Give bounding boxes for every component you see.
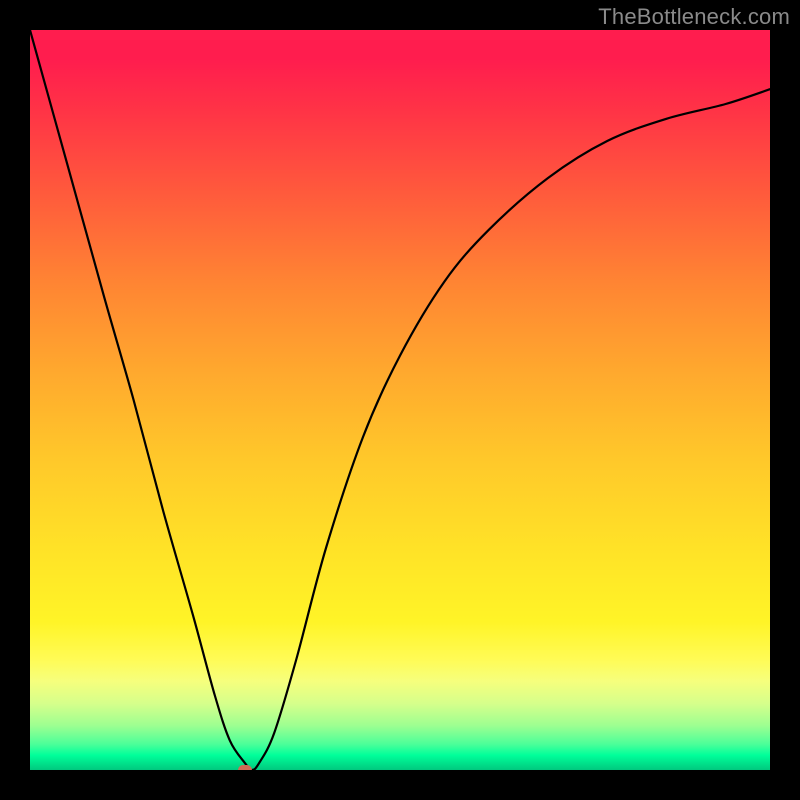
plot-area: [30, 30, 770, 770]
curve-svg: [30, 30, 770, 770]
chart-frame: TheBottleneck.com: [0, 0, 800, 800]
minimum-marker: [238, 765, 252, 770]
bottleneck-curve: [30, 30, 770, 770]
watermark-text: TheBottleneck.com: [598, 4, 790, 30]
